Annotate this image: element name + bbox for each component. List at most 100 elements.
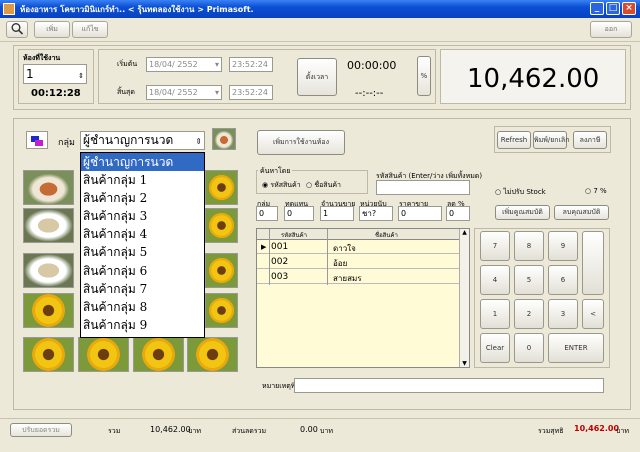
scroll-down-icon[interactable]: ▼ [460, 360, 469, 367]
product-thumbnail[interactable] [205, 170, 238, 205]
dropdown-option[interactable]: สินค้ากลุ่ม 6 [81, 262, 204, 280]
dropdown-option[interactable]: สินค้ากลุ่ม 7 [81, 280, 204, 298]
percent-button[interactable]: % [417, 56, 431, 96]
adjust-total-button[interactable]: ปรับยอดรวม [10, 423, 72, 437]
exit-button[interactable]: ออก [590, 21, 632, 38]
dropdown-option[interactable]: สินค้ากลุ่ม 8 [81, 298, 204, 316]
product-thumbnail[interactable] [23, 208, 74, 243]
calendar-dropdown-icon[interactable]: ▾ [215, 86, 219, 99]
radio-icon[interactable]: ○ [306, 181, 312, 189]
table-row[interactable]: ▶ 001 ดาวใจ [257, 240, 460, 254]
key-0[interactable]: 0 [514, 333, 544, 363]
key-backspace[interactable]: < [582, 299, 604, 329]
grid-header: รหัสสินค้า ชื่อสินค้า [257, 229, 460, 240]
radio-code[interactable]: ◉ รหัสสินค้า [262, 180, 301, 191]
product-thumbnail[interactable] [78, 337, 129, 372]
dropdown-option[interactable]: สินค้ากลุ่ม 2 [81, 189, 204, 207]
status-bar: ปรับยอดรวม รวม 10,462.00 บาท ส่วนลดรวม 0… [0, 418, 640, 440]
edit-button[interactable]: แก้ไข [72, 21, 108, 38]
key-1[interactable]: 1 [480, 299, 510, 329]
group-dropdown-list[interactable]: ผู้ชำนาญการนวด สินค้ากลุ่ม 1 สินค้ากลุ่ม… [80, 152, 205, 338]
key-4[interactable]: 4 [480, 265, 510, 295]
product-thumbnail[interactable] [187, 337, 238, 372]
no-stock-checkbox[interactable]: ○ ไม่ปรับ Stock [495, 187, 546, 198]
start-label: เริ่มต้น [117, 60, 138, 68]
dropdown-option[interactable]: สินค้ากลุ่ม 9 [81, 316, 204, 334]
start-time: 23:52:24 [232, 60, 268, 69]
radio-icon[interactable]: ◉ [262, 181, 268, 189]
product-thumbnail[interactable] [205, 293, 238, 328]
column-header[interactable]: ชื่อสินค้า [375, 230, 398, 240]
vertical-scrollbar[interactable]: ▲ ▼ [459, 229, 469, 367]
column-header[interactable]: รหัสสินค้า [281, 230, 307, 240]
table-row[interactable]: 003 สายสมร [257, 270, 460, 284]
product-thumbnail[interactable] [23, 170, 74, 205]
refresh-button[interactable]: Refresh [497, 131, 531, 149]
code-search-input[interactable] [376, 180, 470, 195]
spinner-icon[interactable]: ⇕ [78, 67, 84, 83]
unit-field[interactable]: ชา? [359, 206, 393, 221]
start-time-field[interactable]: 23:52:24 [229, 57, 273, 72]
dropdown-option[interactable]: สินค้ากลุ่ม 3 [81, 207, 204, 225]
product-thumbnail[interactable] [133, 337, 184, 372]
vat-label: 7 % [593, 187, 607, 195]
key-5[interactable]: 5 [514, 265, 544, 295]
product-thumbnail[interactable] [205, 208, 238, 243]
product-thumbnail[interactable] [23, 337, 74, 372]
key-7[interactable]: 7 [480, 231, 510, 261]
quantity-field[interactable]: 1 [320, 206, 354, 221]
net-unit: บาท [616, 427, 629, 435]
product-thumbnail[interactable] [205, 253, 238, 288]
key-2[interactable]: 2 [514, 299, 544, 329]
minimize-button[interactable]: _ [590, 2, 604, 15]
key-enter[interactable]: ENTER [548, 333, 604, 363]
substitute-field[interactable]: 0 [284, 206, 314, 221]
end-date-field[interactable]: 18/04/ 2552 ▾ [146, 85, 222, 100]
calendar-dropdown-icon[interactable]: ▾ [215, 58, 219, 71]
dropdown-option[interactable]: สินค้ากลุ่ม 1 [81, 171, 204, 189]
row-code: 003 [271, 272, 289, 282]
dropdown-option[interactable]: ผู้ชำนาญการนวด [81, 153, 204, 172]
dropdown-option[interactable]: สินค้ากลุ่ม 4 [81, 225, 204, 243]
key-clear[interactable]: Clear [480, 333, 510, 363]
add-attribute-button[interactable]: เพิ่มคูณสมบัติ [495, 205, 550, 220]
group-qty-field[interactable]: 0 [256, 206, 278, 221]
remove-attribute-button[interactable]: ลบคุณสมบัติ [554, 205, 609, 220]
group-select[interactable]: ผู้ชำนาญการนวด ⇕ [80, 131, 205, 150]
room-label: ห้องที่ใช้งาน [23, 54, 61, 62]
maximize-button[interactable]: □ [606, 2, 620, 15]
radio-icon[interactable]: ○ [495, 188, 501, 196]
group-label: กลุ่ม [58, 138, 75, 148]
key-8[interactable]: 8 [514, 231, 544, 261]
set-time-button[interactable]: ตั้งเวลา [297, 58, 337, 96]
add-button[interactable]: เพิ่ม [34, 21, 70, 38]
product-thumbnail[interactable] [23, 293, 74, 328]
print-button[interactable]: พิมพ์/ยกเลิก [533, 131, 569, 149]
product-thumbnail[interactable] [23, 253, 74, 288]
tax-button[interactable]: ลงภาษี [573, 131, 607, 149]
note-input[interactable] [294, 378, 604, 393]
key-3[interactable]: 3 [548, 299, 578, 329]
end-label: สิ้นสุด [117, 88, 135, 96]
search-button[interactable] [6, 21, 28, 38]
key-9[interactable]: 9 [548, 231, 578, 261]
radio-icon[interactable]: ○ [585, 187, 591, 195]
key-blank[interactable] [582, 231, 604, 295]
dropdown-icon[interactable]: ⇕ [195, 133, 202, 149]
discount-value: 0.00 [300, 425, 318, 434]
vat-checkbox[interactable]: ○ 7 % [585, 187, 607, 195]
start-date-field[interactable]: 18/04/ 2552 ▾ [146, 57, 222, 72]
price-field[interactable]: 0 [398, 206, 442, 221]
group-toggle-button[interactable] [26, 131, 48, 149]
key-6[interactable]: 6 [548, 265, 578, 295]
scroll-up-icon[interactable]: ▲ [460, 229, 469, 236]
close-button[interactable]: × [622, 2, 636, 15]
radio-name-label: ชื่อสินค้า [314, 181, 341, 189]
radio-name[interactable]: ○ ชื่อสินค้า [306, 180, 341, 191]
discount-field[interactable]: 0 [446, 206, 470, 221]
end-time-field[interactable]: 23:52:24 [229, 85, 273, 100]
room-select[interactable]: 1 ⇕ [23, 64, 87, 84]
table-row[interactable]: 002 อ้อย [257, 255, 460, 269]
dropdown-option[interactable]: สินค้ากลุ่ม 5 [81, 243, 204, 261]
add-service-button[interactable]: เพิ่มการใช้งานห้อง [257, 130, 345, 155]
